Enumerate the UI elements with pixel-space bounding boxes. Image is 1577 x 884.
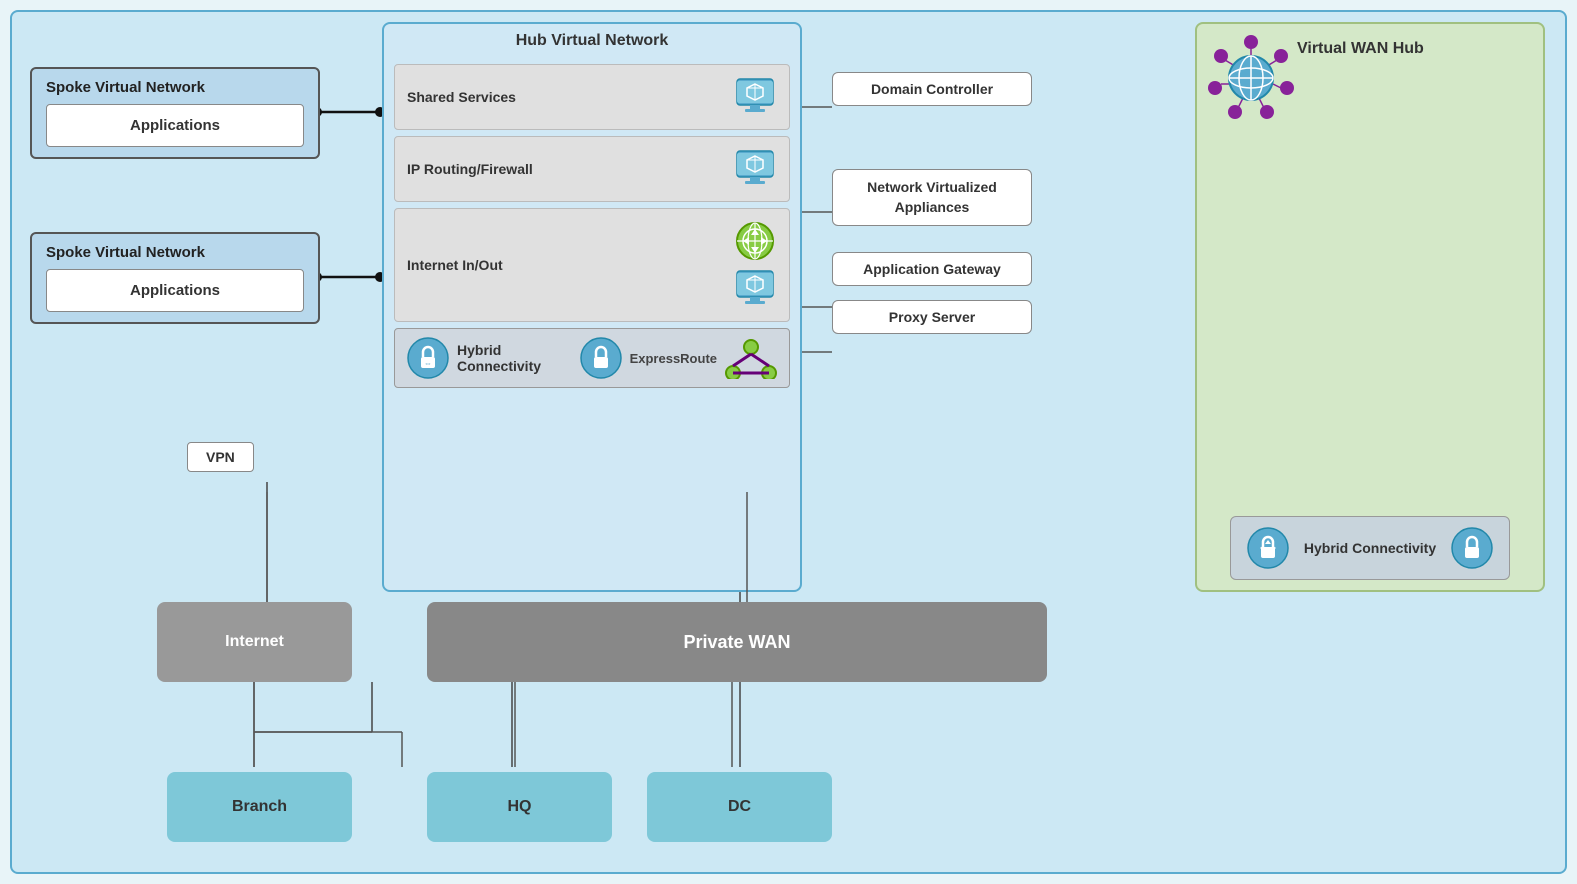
ip-routing-icon bbox=[733, 147, 777, 191]
svg-text:⇔: ⇔ bbox=[424, 359, 432, 368]
vpn-label: VPN bbox=[187, 442, 254, 472]
expressroute-icon bbox=[725, 337, 777, 379]
proxy-server-box: Proxy Server bbox=[832, 300, 1032, 334]
shared-services-label: Shared Services bbox=[407, 89, 723, 105]
spoke1-title: Spoke Virtual Network bbox=[46, 79, 304, 96]
network-virtualized-box: Network VirtualizedAppliances bbox=[832, 169, 1032, 226]
hub-expressroute-lock-icon bbox=[580, 337, 622, 379]
hub-hybrid-lock-icon: ⇔ bbox=[407, 337, 449, 379]
hub-hybrid-label: Hybrid Connectivity bbox=[457, 342, 572, 374]
application-gateway-box: Application Gateway bbox=[832, 252, 1032, 286]
shared-services-icon bbox=[733, 75, 777, 119]
ip-routing-label: IP Routing/Firewall bbox=[407, 161, 723, 177]
hub-hybrid-row: ⇔ Hybrid Connectivity ExpressRoute bbox=[394, 328, 790, 388]
private-wan-box: Private WAN bbox=[427, 602, 1047, 682]
hub-title: Hub Virtual Network bbox=[384, 24, 800, 58]
proxy-server-icon bbox=[733, 267, 777, 311]
shared-services-row: Shared Services bbox=[394, 64, 790, 130]
spoke1-apps: Applications bbox=[46, 104, 304, 147]
vwan-globe-area bbox=[1207, 34, 1297, 124]
vwan-hybrid-lock1-icon bbox=[1247, 527, 1289, 569]
app-gateway-icon bbox=[733, 219, 777, 263]
main-diagram: Spoke Virtual Network Applications Spoke… bbox=[10, 10, 1567, 874]
vwan-title: Virtual WAN Hub bbox=[1297, 40, 1543, 58]
dc-box: DC bbox=[647, 772, 832, 842]
spoke2-apps: Applications bbox=[46, 269, 304, 312]
right-labels-area: Domain Controller Network VirtualizedApp… bbox=[832, 72, 1032, 342]
hub-box: Hub Virtual Network Shared Services IP R… bbox=[382, 22, 802, 592]
vwan-globe-icon bbox=[1207, 34, 1295, 122]
hq-box: HQ bbox=[427, 772, 612, 842]
internet-inout-row: Internet In/Out bbox=[394, 208, 790, 322]
branch-box: Branch bbox=[167, 772, 352, 842]
internet-inout-label: Internet In/Out bbox=[407, 257, 723, 273]
vwan-hybrid-label: Hybrid Connectivity bbox=[1297, 540, 1443, 556]
vwan-hybrid-lock2-icon bbox=[1451, 527, 1493, 569]
spoke2-box: Spoke Virtual Network Applications bbox=[30, 232, 320, 324]
spoke2-title: Spoke Virtual Network bbox=[46, 244, 304, 261]
expressroute-label: ExpressRoute bbox=[630, 351, 717, 366]
ip-routing-row: IP Routing/Firewall bbox=[394, 136, 790, 202]
vwan-hybrid-row: Hybrid Connectivity bbox=[1230, 516, 1510, 580]
domain-controller-box: Domain Controller bbox=[832, 72, 1032, 106]
vwan-box: Virtual WAN Hub Hybrid Connectivity bbox=[1195, 22, 1545, 592]
internet-box: Internet bbox=[157, 602, 352, 682]
spoke1-box: Spoke Virtual Network Applications bbox=[30, 67, 320, 159]
